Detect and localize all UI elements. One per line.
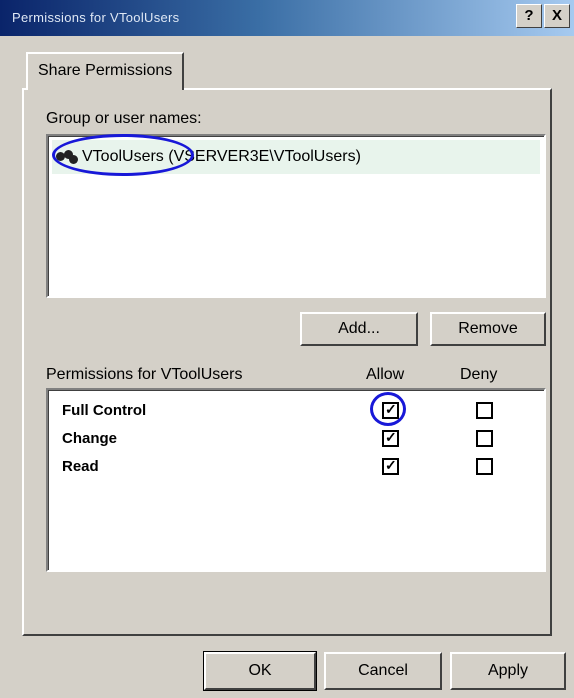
allow-header: Allow bbox=[366, 366, 405, 383]
apply-button[interactable]: Apply bbox=[450, 652, 566, 690]
close-button[interactable]: X bbox=[544, 4, 570, 28]
group-listbox[interactable]: VToolUsers (VSERVER3E\VToolUsers) bbox=[46, 134, 546, 298]
group-label: Group or user names: bbox=[46, 110, 202, 127]
permission-name: Read bbox=[62, 458, 99, 475]
deny-change-checkbox[interactable] bbox=[476, 430, 493, 447]
allow-read-checkbox[interactable] bbox=[382, 457, 399, 475]
highlight-annotation bbox=[52, 134, 194, 176]
allow-change-checkbox[interactable] bbox=[382, 429, 399, 447]
deny-read-checkbox[interactable] bbox=[476, 458, 493, 475]
permissions-label: Permissions for VToolUsers bbox=[46, 366, 243, 383]
window-title: Permissions for VToolUsers bbox=[12, 10, 180, 25]
permissions-dialog: Permissions for VToolUsers ? X Share Per… bbox=[0, 0, 574, 698]
permissions-list[interactable]: Full Control Change Read bbox=[46, 388, 546, 572]
cancel-button[interactable]: Cancel bbox=[324, 652, 442, 690]
permission-name: Change bbox=[62, 430, 118, 447]
tab-share-permissions[interactable]: Share Permissions bbox=[26, 52, 184, 90]
title-bar[interactable]: Permissions for VToolUsers ? X bbox=[0, 0, 574, 36]
add-button[interactable]: Add... bbox=[300, 312, 418, 346]
deny-full-control-checkbox[interactable] bbox=[476, 402, 493, 419]
title-buttons: ? X bbox=[516, 4, 570, 28]
permission-name: Full Control bbox=[62, 402, 147, 419]
help-button[interactable]: ? bbox=[516, 4, 542, 28]
remove-button[interactable]: Remove bbox=[430, 312, 546, 346]
highlight-annotation bbox=[370, 392, 406, 426]
deny-header: Deny bbox=[460, 366, 498, 383]
ok-button[interactable]: OK bbox=[203, 651, 317, 691]
